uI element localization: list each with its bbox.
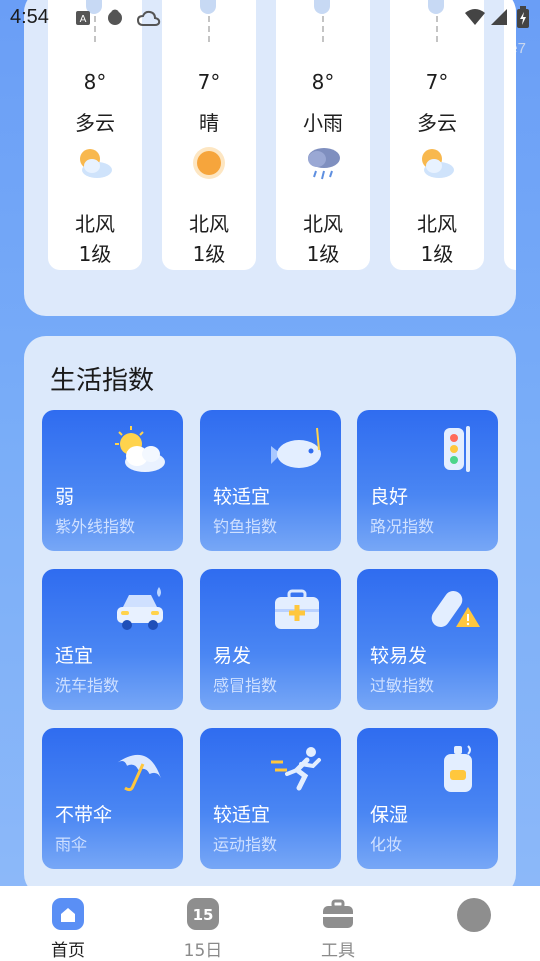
- hour-column[interactable]: 7° 多云 北风 1级: [390, 0, 484, 270]
- hour-temp: 7°: [197, 70, 221, 94]
- hour-temp: 8°: [311, 70, 335, 94]
- index-label: 雨伞: [55, 835, 88, 854]
- life-index-title: 生活指数: [50, 366, 155, 396]
- index-value: 较易发: [370, 645, 428, 667]
- index-tile-cold[interactable]: 易发 感冒指数: [200, 569, 341, 710]
- nav-tools[interactable]: 工具: [288, 886, 388, 961]
- index-label: 化妆: [370, 835, 403, 854]
- hour-condition: 多云: [417, 111, 457, 135]
- svg-text:A: A: [80, 14, 87, 25]
- medical-kit-icon: [267, 583, 327, 635]
- index-tile-umbrella[interactable]: 不带伞 雨伞: [42, 728, 183, 869]
- hour-column[interactable]: 8° 多云 北风 1级: [48, 0, 142, 270]
- hour-wind-level: 1级: [306, 242, 340, 266]
- umbrella-icon: [109, 742, 169, 794]
- app-notification-icon: [104, 9, 126, 29]
- hour-wind: 北风: [303, 212, 343, 236]
- index-label: 洗车指数: [55, 676, 120, 695]
- index-value: 良好: [370, 486, 409, 508]
- index-label: 路况指数: [370, 517, 435, 536]
- hour-condition: 小雨: [303, 111, 343, 135]
- spray-bottle-icon: [424, 742, 484, 794]
- nav-tools-label: 工具: [321, 941, 355, 961]
- index-tile-allergy[interactable]: 较易发 过敏指数: [357, 569, 498, 710]
- index-value: 较适宜: [213, 486, 271, 508]
- pill-warning-icon: [424, 583, 484, 635]
- hour-wind-level: 1级: [192, 242, 226, 266]
- hour-temp: 8°: [83, 70, 107, 94]
- hour-wind-level: 1级: [420, 242, 454, 266]
- status-time: 4:54: [10, 6, 49, 28]
- nav-15day[interactable]: 15 15日: [153, 886, 253, 961]
- nav-home-label: 首页: [51, 941, 85, 961]
- index-tile-carwash[interactable]: 适宜 洗车指数: [42, 569, 183, 710]
- runner-icon: [267, 742, 327, 794]
- calendar-15-icon: 15: [187, 898, 219, 930]
- hour-condition: 多云: [75, 111, 115, 135]
- hour-wind-level: 1级: [78, 242, 112, 266]
- signal-icon: [490, 8, 508, 30]
- nav-profile[interactable]: [423, 886, 523, 961]
- index-tile-fishing[interactable]: 较适宜 钓鱼指数: [200, 410, 341, 551]
- index-label: 钓鱼指数: [213, 517, 278, 536]
- home-icon: [52, 898, 84, 930]
- status-bar: 4:54 A: [0, 0, 540, 36]
- hour-column[interactable]: 8° 小雨 北风 1级: [276, 0, 370, 270]
- wifi-icon: [464, 8, 486, 30]
- keyboard-a-icon: A: [76, 10, 90, 29]
- battery-icon: [517, 6, 529, 32]
- sun-cloud-icon: [109, 424, 169, 476]
- hour-wind: 北风: [189, 212, 229, 236]
- index-value: 适宜: [55, 645, 94, 667]
- index-tile-traffic[interactable]: 良好 路况指数: [357, 410, 498, 551]
- index-label: 过敏指数: [370, 676, 435, 695]
- hour-condition: 晴: [199, 111, 219, 135]
- hourly-forecast-card[interactable]: 8° 多云 北风 1级 7° 晴 北风 1级 8° 小雨 北风 1级 7° 多云: [24, 0, 516, 316]
- index-label: 感冒指数: [213, 676, 278, 695]
- index-value: 较适宜: [213, 804, 271, 826]
- hour-temp: 7°: [425, 70, 449, 94]
- hour-column-partial[interactable]: [504, 0, 516, 270]
- toolbox-icon: [322, 898, 354, 930]
- index-tile-makeup[interactable]: 保湿 化妆: [357, 728, 498, 869]
- bottom-navigation: 首页 15 15日 工具: [0, 886, 540, 961]
- car-wash-icon: [109, 583, 169, 635]
- hour-wind: 北风: [75, 212, 115, 236]
- nav-home[interactable]: 首页: [18, 886, 118, 961]
- index-value: 不带伞: [55, 804, 113, 826]
- nav-15day-label: 15日: [183, 941, 223, 961]
- hour-column[interactable]: 7° 晴 北风 1级: [162, 0, 256, 270]
- index-label: 运动指数: [213, 835, 278, 854]
- calendar-badge-number: 15: [193, 906, 214, 924]
- partly-cloudy-icon: [75, 145, 115, 181]
- index-value: 易发: [213, 645, 252, 667]
- avatar: [457, 898, 491, 932]
- index-value: 保湿: [370, 804, 409, 826]
- index-value: 弱: [55, 486, 75, 508]
- light-rain-icon: [303, 145, 343, 181]
- traffic-light-icon: [424, 424, 484, 476]
- index-tile-uv[interactable]: 弱 紫外线指数: [42, 410, 183, 551]
- index-tile-sport[interactable]: 较适宜 运动指数: [200, 728, 341, 869]
- hour-wind: 北风: [417, 212, 457, 236]
- index-label: 紫外线指数: [55, 517, 136, 536]
- partly-cloudy-icon: [417, 145, 457, 181]
- sun-icon: [189, 145, 229, 181]
- life-index-card: 生活指数 弱 紫外线指数 较适宜 钓鱼指数 良好 路况指数 适宜 洗车指数 易发: [24, 336, 516, 896]
- cloud-notification-icon: [136, 9, 161, 31]
- fish-icon: [267, 424, 327, 476]
